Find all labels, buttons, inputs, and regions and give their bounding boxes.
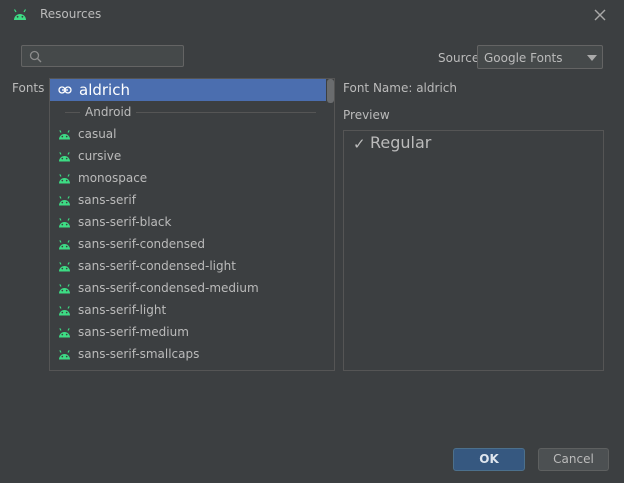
preview-label: Preview — [343, 108, 390, 122]
android-icon — [59, 284, 70, 294]
close-icon[interactable] — [591, 6, 609, 24]
font-item-selected[interactable]: aldrich — [50, 79, 326, 101]
group-header: Android — [50, 103, 334, 123]
preview-text: Regular — [370, 133, 432, 152]
list-scrollbar[interactable] — [327, 79, 334, 103]
font-item-label: sans-serif-smallcaps — [78, 347, 200, 361]
ok-button[interactable]: OK — [453, 448, 525, 471]
android-icon — [59, 152, 70, 162]
font-item[interactable]: sans-serif-condensed — [50, 234, 326, 256]
font-item[interactable]: cursive — [50, 146, 326, 168]
android-icon — [13, 9, 27, 20]
font-item-label: sans-serif-condensed-light — [78, 259, 236, 273]
link-icon — [58, 86, 72, 94]
font-item-label: sans-serif-black — [78, 215, 172, 229]
android-icon — [59, 262, 70, 272]
font-item[interactable]: sans-serif-black — [50, 212, 326, 234]
android-icon — [59, 196, 70, 206]
font-item[interactable]: sans-serif-smallcaps — [50, 344, 326, 366]
search-field[interactable] — [21, 45, 184, 67]
window-title: Resources — [40, 7, 102, 21]
source-dropdown[interactable]: Google Fonts — [477, 45, 603, 69]
source-selected-value: Google Fonts — [484, 51, 563, 65]
font-item-label: aldrich — [79, 81, 130, 99]
search-icon — [29, 50, 42, 63]
divider — [136, 112, 316, 113]
font-item[interactable]: sans-serif-light — [50, 300, 326, 322]
title-bar: Resources — [0, 0, 624, 30]
font-item-label: sans-serif-medium — [78, 325, 189, 339]
fonts-label: Fonts — [12, 81, 45, 95]
font-item[interactable]: sans-serif — [50, 190, 326, 212]
chevron-down-icon — [587, 55, 597, 61]
font-item[interactable]: sans-serif-medium — [50, 322, 326, 344]
font-item-label: sans-serif-condensed — [78, 237, 205, 251]
font-item[interactable]: sans-serif-condensed-light — [50, 256, 326, 278]
android-icon — [59, 240, 70, 250]
android-icon — [59, 328, 70, 338]
font-item-label: sans-serif — [78, 193, 136, 207]
preview-panel: ✓ Regular — [343, 130, 604, 371]
android-icon — [59, 350, 70, 360]
search-input[interactable] — [48, 48, 182, 66]
divider — [65, 112, 80, 113]
font-item-label: sans-serif-condensed-medium — [78, 281, 259, 295]
font-item-label: monospace — [78, 171, 148, 185]
font-item-label: casual — [78, 127, 117, 141]
android-icon — [59, 130, 70, 140]
cancel-button[interactable]: Cancel — [538, 448, 609, 471]
font-item[interactable]: monospace — [50, 168, 326, 190]
font-rows: casual cursive monospace sans-serif sans-ser… — [50, 124, 326, 366]
font-item[interactable]: sans-serif-condensed-medium — [50, 278, 326, 300]
font-item-label: cursive — [78, 149, 122, 163]
source-label: Source — [438, 51, 480, 65]
font-item-label: sans-serif-light — [78, 303, 167, 317]
font-item[interactable]: casual — [50, 124, 326, 146]
group-label: Android — [85, 105, 132, 119]
android-icon — [59, 218, 70, 228]
font-list[interactable]: aldrich Android casual cursive monospace sa… — [49, 78, 335, 371]
check-icon: ✓ — [353, 135, 366, 153]
android-icon — [59, 306, 70, 316]
android-icon — [59, 174, 70, 184]
font-name-label: Font Name: aldrich — [343, 81, 457, 95]
